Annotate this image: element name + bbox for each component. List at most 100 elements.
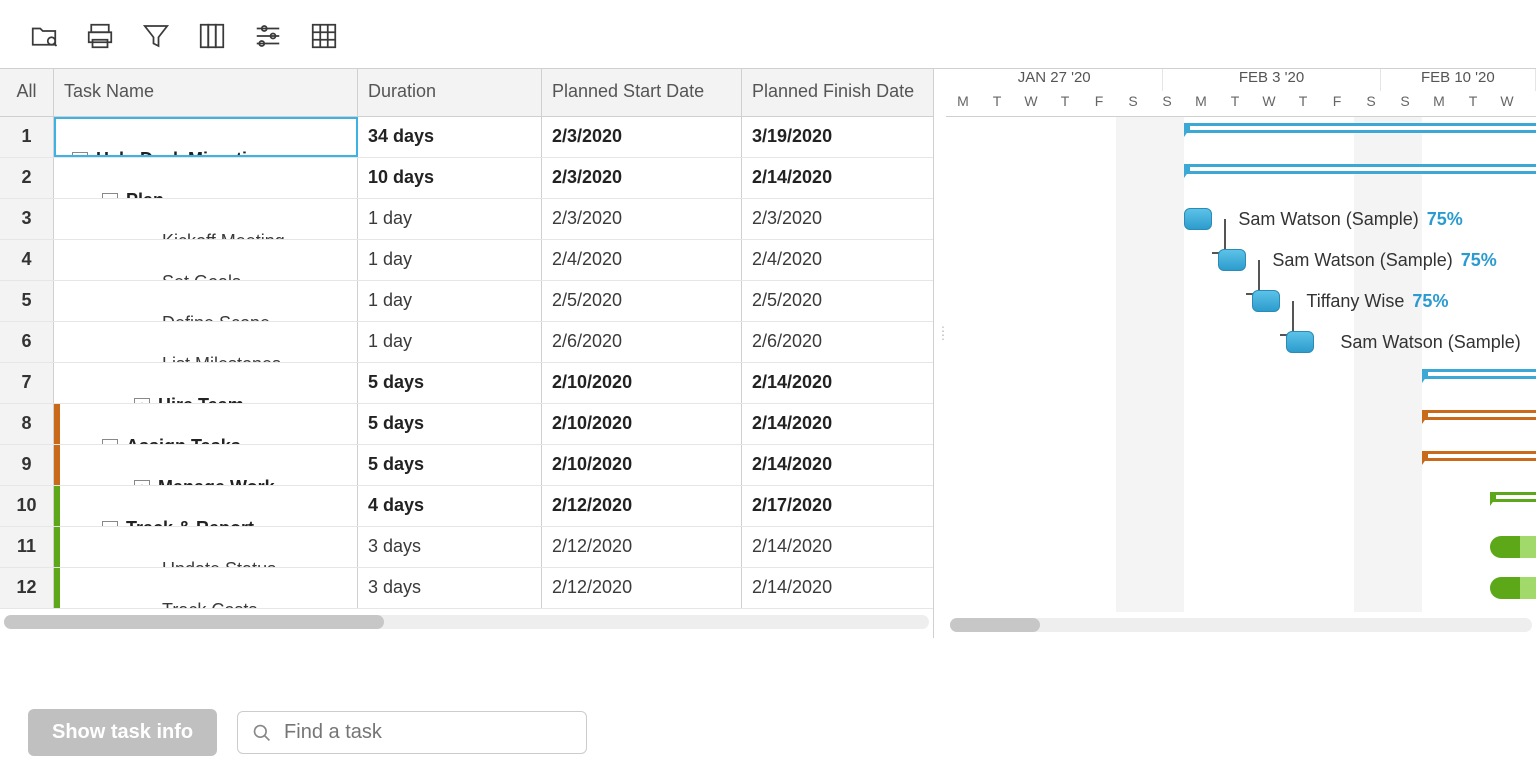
task-name-cell[interactable]: Kickoff Meeting <box>54 199 358 239</box>
table-row[interactable]: 6List Milestones1 day2/6/20202/6/2020 <box>0 322 933 363</box>
row-number[interactable]: 10 <box>0 486 54 526</box>
row-number[interactable]: 7 <box>0 363 54 403</box>
task-name-cell[interactable]: Set Goals <box>54 240 358 280</box>
collapse-icon[interactable]: − <box>102 193 118 199</box>
collapse-icon[interactable]: − <box>102 521 118 527</box>
task-name-cell[interactable]: −Help Desk Migration <box>54 117 358 157</box>
filter-icon[interactable] <box>140 20 172 52</box>
row-number[interactable]: 8 <box>0 404 54 444</box>
duration-cell[interactable]: 34 days <box>358 117 542 157</box>
task-bar[interactable] <box>1218 249 1246 271</box>
summary-bar[interactable] <box>1422 369 1536 379</box>
expand-icon[interactable]: + <box>134 480 150 486</box>
finish-cell[interactable]: 3/19/2020 <box>742 117 930 157</box>
progress-bar[interactable] <box>1490 536 1536 558</box>
grid-scrollbar[interactable] <box>4 615 929 629</box>
table-row[interactable]: 1−Help Desk Migration34 days2/3/20203/19… <box>0 117 933 158</box>
expand-icon[interactable]: + <box>134 398 150 404</box>
start-cell[interactable]: 2/6/2020 <box>542 322 742 362</box>
start-cell[interactable]: 2/12/2020 <box>542 568 742 608</box>
row-number[interactable]: 2 <box>0 158 54 198</box>
task-name-cell[interactable]: −Track & Report <box>54 486 358 526</box>
task-name-cell[interactable]: −Plan <box>54 158 358 198</box>
finish-cell[interactable]: 2/4/2020 <box>742 240 930 280</box>
collapse-icon[interactable]: − <box>72 152 88 158</box>
row-number[interactable]: 9 <box>0 445 54 485</box>
duration-cell[interactable]: 1 day <box>358 322 542 362</box>
table-row[interactable]: 8−Assign Tasks5 days2/10/20202/14/2020 <box>0 404 933 445</box>
duration-cell[interactable]: 3 days <box>358 527 542 567</box>
finish-cell[interactable]: 2/14/2020 <box>742 527 930 567</box>
folder-search-icon[interactable] <box>28 20 60 52</box>
table-row[interactable]: 9+Manage Work5 days2/10/20202/14/2020 <box>0 445 933 486</box>
table-row[interactable]: 3Kickoff Meeting1 day2/3/20202/3/2020 <box>0 199 933 240</box>
start-cell[interactable]: 2/4/2020 <box>542 240 742 280</box>
task-bar[interactable] <box>1184 208 1212 230</box>
task-name-cell[interactable]: Track Costs <box>54 568 358 608</box>
task-name-cell[interactable]: +Manage Work <box>54 445 358 485</box>
table-row[interactable]: 5Define Scope1 day2/5/20202/5/2020 <box>0 281 933 322</box>
start-cell[interactable]: 2/5/2020 <box>542 281 742 321</box>
grid-icon[interactable] <box>308 20 340 52</box>
finish-cell[interactable]: 2/14/2020 <box>742 158 930 198</box>
show-task-info-button[interactable]: Show task info <box>28 709 217 756</box>
row-number[interactable]: 11 <box>0 527 54 567</box>
duration-cell[interactable]: 1 day <box>358 199 542 239</box>
summary-bar[interactable] <box>1422 410 1536 420</box>
summary-bar[interactable] <box>1490 492 1536 502</box>
table-row[interactable]: 12Track Costs3 days2/12/20202/14/2020 <box>0 568 933 609</box>
duration-cell[interactable]: 1 day <box>358 240 542 280</box>
progress-bar[interactable] <box>1490 577 1536 599</box>
task-bar[interactable] <box>1286 331 1314 353</box>
table-row[interactable]: 4Set Goals1 day2/4/20202/4/2020 <box>0 240 933 281</box>
duration-cell[interactable]: 1 day <box>358 281 542 321</box>
start-cell[interactable]: 2/10/2020 <box>542 445 742 485</box>
duration-cell[interactable]: 10 days <box>358 158 542 198</box>
col-header-task[interactable]: Task Name <box>54 69 358 116</box>
search-box[interactable] <box>237 711 587 754</box>
duration-cell[interactable]: 4 days <box>358 486 542 526</box>
row-number[interactable]: 4 <box>0 240 54 280</box>
task-name-cell[interactable]: Define Scope <box>54 281 358 321</box>
finish-cell[interactable]: 2/14/2020 <box>742 363 930 403</box>
duration-cell[interactable]: 5 days <box>358 404 542 444</box>
start-cell[interactable]: 2/10/2020 <box>542 404 742 444</box>
table-row[interactable]: 7+Hire Team5 days2/10/20202/14/2020 <box>0 363 933 404</box>
row-number[interactable]: 3 <box>0 199 54 239</box>
row-number[interactable]: 5 <box>0 281 54 321</box>
col-header-duration[interactable]: Duration <box>358 69 542 116</box>
finish-cell[interactable]: 2/3/2020 <box>742 199 930 239</box>
start-cell[interactable]: 2/3/2020 <box>542 199 742 239</box>
finish-cell[interactable]: 2/14/2020 <box>742 445 930 485</box>
col-header-all[interactable]: All <box>0 69 54 116</box>
row-number[interactable]: 12 <box>0 568 54 608</box>
task-name-cell[interactable]: Update Status <box>54 527 358 567</box>
row-number[interactable]: 6 <box>0 322 54 362</box>
finish-cell[interactable]: 2/14/2020 <box>742 404 930 444</box>
start-cell[interactable]: 2/3/2020 <box>542 117 742 157</box>
finish-cell[interactable]: 2/14/2020 <box>742 568 930 608</box>
summary-bar[interactable] <box>1184 164 1536 174</box>
columns-icon[interactable] <box>196 20 228 52</box>
collapse-icon[interactable]: − <box>102 439 118 445</box>
table-row[interactable]: 11Update Status3 days2/12/20202/14/2020 <box>0 527 933 568</box>
task-bar[interactable] <box>1252 290 1280 312</box>
start-cell[interactable]: 2/12/2020 <box>542 486 742 526</box>
duration-cell[interactable]: 5 days <box>358 363 542 403</box>
summary-bar[interactable] <box>1184 123 1536 133</box>
start-cell[interactable]: 2/12/2020 <box>542 527 742 567</box>
splitter[interactable]: ⋮⋮ <box>934 69 946 638</box>
print-icon[interactable] <box>84 20 116 52</box>
finish-cell[interactable]: 2/17/2020 <box>742 486 930 526</box>
finish-cell[interactable]: 2/5/2020 <box>742 281 930 321</box>
duration-cell[interactable]: 5 days <box>358 445 542 485</box>
col-header-finish[interactable]: Planned Finish Date <box>742 69 930 116</box>
sliders-icon[interactable] <box>252 20 284 52</box>
table-row[interactable]: 10−Track & Report4 days2/12/20202/17/202… <box>0 486 933 527</box>
search-input[interactable] <box>282 720 572 745</box>
gantt-scrollbar[interactable] <box>950 618 1532 632</box>
finish-cell[interactable]: 2/6/2020 <box>742 322 930 362</box>
table-row[interactable]: 2−Plan10 days2/3/20202/14/2020 <box>0 158 933 199</box>
task-name-cell[interactable]: −Assign Tasks <box>54 404 358 444</box>
col-header-start[interactable]: Planned Start Date <box>542 69 742 116</box>
